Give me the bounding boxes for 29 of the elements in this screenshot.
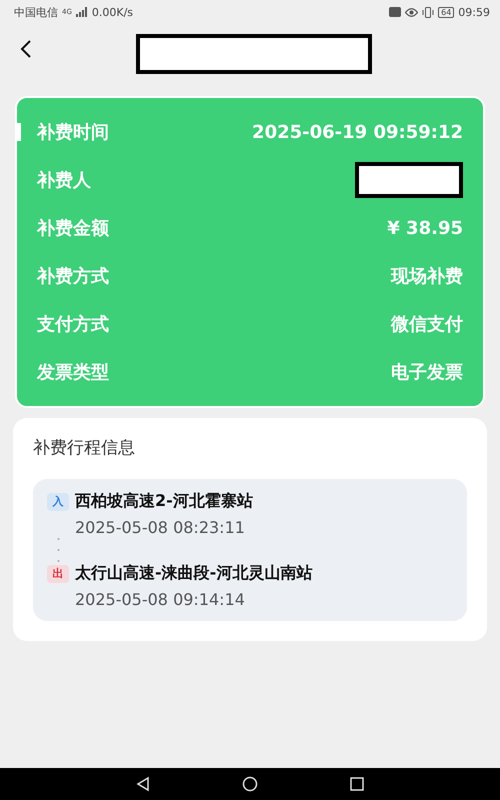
back-nav-icon[interactable] <box>135 776 152 792</box>
exit-badge: 出 <box>47 564 69 582</box>
eye-icon <box>405 8 418 16</box>
recents-icon[interactable] <box>348 776 365 792</box>
network-speed: 0.00K/s <box>92 6 134 18</box>
field-label: 补费金额 <box>37 217 109 240</box>
pass-time: 2025-05-08 09:14:14 <box>75 590 246 609</box>
entry-badge: 入 <box>47 492 69 510</box>
vibrate-icon <box>422 6 434 18</box>
pass-time: 2025-05-08 08:23:11 <box>75 518 246 537</box>
field-value: 现场补费 <box>391 265 463 288</box>
field-label: 支付方式 <box>37 313 109 336</box>
field-label: 补费人 <box>37 169 91 192</box>
field-label: 发票类型 <box>37 361 109 384</box>
signal-icon <box>76 7 88 17</box>
field-value: 2025-06-19 09:59:12 <box>252 122 463 142</box>
section-title: 补费行程信息 <box>33 437 136 459</box>
hd-icon <box>389 7 402 17</box>
field-label: 补费时间 <box>37 121 109 144</box>
home-icon[interactable] <box>242 776 258 792</box>
field-value: 电子发票 <box>391 361 463 384</box>
station-name: 西柏坡高速2-河北霍寨站 <box>75 491 254 512</box>
field-label: 补费方式 <box>37 265 109 288</box>
carrier-name: 中国电信 <box>14 4 58 20</box>
field-value: ¥ 38.95 <box>387 218 463 238</box>
field-value: 微信支付 <box>391 313 463 336</box>
battery-level: 64 <box>438 6 454 18</box>
clock: 09:59 <box>458 6 490 18</box>
station-name: 太行山高速-涞曲段-河北灵山南站 <box>75 563 314 584</box>
